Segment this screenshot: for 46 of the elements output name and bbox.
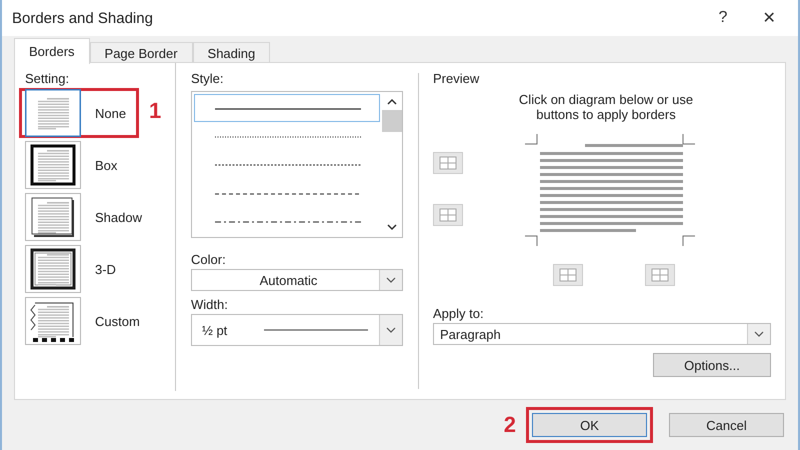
setting-preview-icon[interactable] bbox=[25, 297, 81, 345]
window-title: Borders and Shading bbox=[12, 10, 154, 26]
border-toggle-button[interactable] bbox=[645, 264, 675, 286]
setting-option-label[interactable]: 3-D bbox=[95, 262, 116, 276]
scroll-down-icon[interactable] bbox=[386, 223, 398, 231]
grid-icon bbox=[438, 155, 458, 171]
cancel-button[interactable]: Cancel bbox=[669, 413, 784, 437]
color-label: Color: bbox=[191, 252, 227, 267]
scroll-thumb[interactable] bbox=[382, 110, 402, 132]
chevron-down-icon bbox=[385, 326, 397, 334]
border-toggle-button[interactable] bbox=[433, 152, 463, 174]
width-label: Width: bbox=[191, 297, 229, 312]
setting-option-label[interactable]: Shadow bbox=[95, 210, 142, 224]
setting-preview-icon[interactable] bbox=[25, 193, 81, 241]
annotation-number: 1 bbox=[149, 98, 162, 124]
chevron-down-icon bbox=[385, 276, 397, 284]
setting-option-label[interactable]: Custom bbox=[95, 314, 140, 328]
close-button[interactable]: ✕ bbox=[746, 3, 792, 33]
options-button[interactable]: Options... bbox=[653, 353, 771, 377]
chevron-down-icon bbox=[753, 330, 765, 338]
tab[interactable]: Shading bbox=[192, 42, 270, 64]
tab[interactable]: Page Border bbox=[90, 42, 193, 64]
preview-title: Preview bbox=[433, 71, 480, 86]
style-label: Style: bbox=[191, 71, 225, 86]
border-toggle-button[interactable] bbox=[433, 204, 463, 226]
setting-preview-icon[interactable] bbox=[25, 141, 81, 189]
border-toggle-button[interactable] bbox=[553, 264, 583, 286]
apply-to-dropdown[interactable]: Paragraph bbox=[433, 323, 771, 345]
setting-option-label[interactable]: Box bbox=[95, 158, 118, 172]
page-preview-drawing[interactable] bbox=[525, 134, 695, 246]
apply-to-label: Apply to: bbox=[433, 306, 485, 321]
help-button[interactable]: ? bbox=[700, 3, 746, 33]
color-dropdown[interactable]: Automatic bbox=[191, 269, 403, 291]
line-style-option[interactable] bbox=[194, 94, 380, 122]
annotation-number: 2 bbox=[504, 412, 516, 438]
scroll-up-icon[interactable] bbox=[386, 98, 398, 106]
grid-icon bbox=[558, 267, 578, 283]
preview-hint: Click on diagram below or use buttons to apply borders bbox=[518, 92, 694, 122]
setting-option-label[interactable]: None bbox=[95, 106, 126, 120]
tab[interactable]: Borders bbox=[14, 38, 90, 64]
width-dropdown[interactable]: ½ pt bbox=[191, 314, 403, 346]
setting-preview-icon[interactable] bbox=[25, 245, 81, 293]
grid-icon bbox=[438, 207, 458, 223]
grid-icon bbox=[650, 267, 670, 283]
ok-button[interactable]: OK bbox=[532, 413, 647, 437]
setting-label: Setting: bbox=[25, 71, 70, 86]
